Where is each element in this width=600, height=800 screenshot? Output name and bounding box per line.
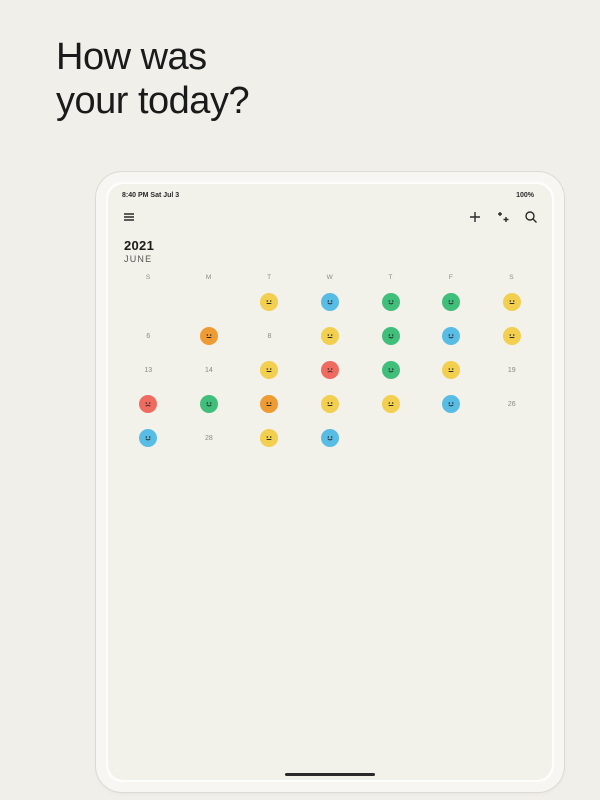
calendar-day[interactable] xyxy=(300,353,361,387)
month-label: JUNE xyxy=(124,254,536,264)
mood-dot-yellow[interactable] xyxy=(442,361,460,379)
calendar-day[interactable] xyxy=(118,387,179,421)
app-toolbar xyxy=(108,202,552,226)
year-label: 2021 xyxy=(124,238,536,253)
mood-dot-red[interactable] xyxy=(139,395,157,413)
mood-dot-blue[interactable] xyxy=(321,293,339,311)
calendar-day xyxy=(360,421,421,455)
tablet-screen: 8:40 PM Sat Jul 3 100% xyxy=(108,184,552,780)
mood-dot-green[interactable] xyxy=(382,361,400,379)
month-header: 2021 JUNE xyxy=(108,226,552,268)
hero-line2: your today? xyxy=(56,80,249,124)
dow-label: M xyxy=(179,274,240,285)
calendar-week: 68 xyxy=(118,319,542,353)
dow-label: F xyxy=(421,274,482,285)
calendar-day[interactable]: 14 xyxy=(179,353,240,387)
mood-dot-green[interactable] xyxy=(382,293,400,311)
calendar-day[interactable] xyxy=(179,387,240,421)
calendar-day[interactable] xyxy=(421,353,482,387)
calendar-day[interactable]: 8 xyxy=(239,319,300,353)
calendar-day[interactable]: 6 xyxy=(118,319,179,353)
calendar-day[interactable] xyxy=(421,319,482,353)
calendar-day[interactable]: 13 xyxy=(118,353,179,387)
calendar-day[interactable] xyxy=(300,421,361,455)
calendar-day[interactable] xyxy=(360,353,421,387)
calendar-week: 13 14 19 xyxy=(118,353,542,387)
mood-dot-orange[interactable] xyxy=(200,327,218,345)
calendar-day[interactable] xyxy=(239,387,300,421)
hero-line1: How was xyxy=(56,36,249,80)
dow-label: S xyxy=(118,274,179,285)
calendar-day[interactable] xyxy=(300,285,361,319)
calendar-day[interactable] xyxy=(360,319,421,353)
search-icon[interactable] xyxy=(524,210,538,224)
day-number: 26 xyxy=(508,401,516,408)
calendar-day xyxy=(118,285,179,319)
mood-dot-green[interactable] xyxy=(382,327,400,345)
mood-dot-yellow[interactable] xyxy=(382,395,400,413)
hero-heading: How was your today? xyxy=(56,36,249,123)
calendar-day[interactable]: 26 xyxy=(481,387,542,421)
day-number: 19 xyxy=(508,367,516,374)
calendar-day[interactable] xyxy=(481,285,542,319)
calendar-week: 26 xyxy=(118,387,542,421)
status-time: 8:40 PM Sat Jul 3 xyxy=(122,192,179,199)
mood-dot-orange[interactable] xyxy=(260,395,278,413)
calendar-day[interactable] xyxy=(481,319,542,353)
calendar-day[interactable] xyxy=(118,421,179,455)
mood-dot-yellow[interactable] xyxy=(260,293,278,311)
mood-dot-green[interactable] xyxy=(442,293,460,311)
tablet-frame: 8:40 PM Sat Jul 3 100% xyxy=(96,172,564,792)
calendar-day[interactable] xyxy=(421,285,482,319)
calendar-week xyxy=(118,285,542,319)
mood-dot-yellow[interactable] xyxy=(260,361,278,379)
add-icon[interactable] xyxy=(468,210,482,224)
mood-dot-blue[interactable] xyxy=(139,429,157,447)
day-number: 14 xyxy=(205,367,213,374)
calendar-day[interactable] xyxy=(239,353,300,387)
calendar-day[interactable] xyxy=(300,387,361,421)
mood-dot-blue[interactable] xyxy=(442,327,460,345)
home-indicator xyxy=(285,773,375,776)
calendar-day[interactable] xyxy=(360,285,421,319)
menu-icon[interactable] xyxy=(122,210,136,224)
calendar-day xyxy=(481,421,542,455)
calendar-day[interactable]: 28 xyxy=(179,421,240,455)
mood-dot-blue[interactable] xyxy=(442,395,460,413)
status-bar: 8:40 PM Sat Jul 3 100% xyxy=(108,184,552,202)
mood-dot-yellow[interactable] xyxy=(260,429,278,447)
mood-dot-green[interactable] xyxy=(200,395,218,413)
calendar-day[interactable] xyxy=(179,319,240,353)
mood-dot-blue[interactable] xyxy=(321,429,339,447)
battery-pct: 100% xyxy=(516,192,534,199)
calendar-week: 28 xyxy=(118,421,542,455)
dow-label: S xyxy=(481,274,542,285)
calendar-day xyxy=(179,285,240,319)
calendar-day[interactable] xyxy=(360,387,421,421)
mood-dot-red[interactable] xyxy=(321,361,339,379)
calendar-grid: SMTWTFS 681314192628 xyxy=(108,268,552,455)
calendar-day[interactable] xyxy=(239,421,300,455)
mood-dot-yellow[interactable] xyxy=(503,293,521,311)
mood-dot-yellow[interactable] xyxy=(321,395,339,413)
day-number: 8 xyxy=(267,333,271,340)
calendar-day[interactable] xyxy=(300,319,361,353)
day-number: 13 xyxy=(144,367,152,374)
mood-dot-yellow[interactable] xyxy=(321,327,339,345)
calendar-day xyxy=(421,421,482,455)
dow-label: W xyxy=(300,274,361,285)
day-number: 6 xyxy=(146,333,150,340)
calendar-day[interactable] xyxy=(239,285,300,319)
dow-label: T xyxy=(239,274,300,285)
calendar-day[interactable] xyxy=(421,387,482,421)
mood-dot-yellow[interactable] xyxy=(503,327,521,345)
calendar-day[interactable]: 19 xyxy=(481,353,542,387)
day-number: 28 xyxy=(205,435,213,442)
dow-label: T xyxy=(360,274,421,285)
sparkle-icon[interactable] xyxy=(496,210,510,224)
